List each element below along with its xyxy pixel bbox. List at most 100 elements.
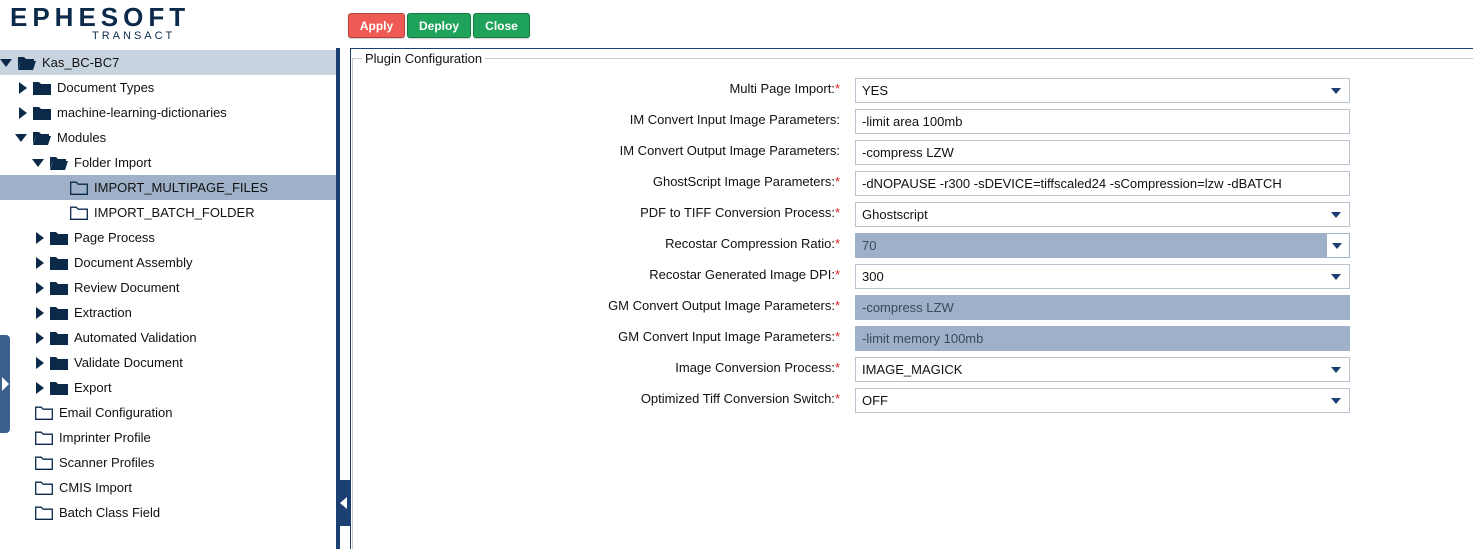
tree-item-ml-dictionaries[interactable]: machine-learning-dictionaries [0, 100, 336, 125]
tree-item-extraction[interactable]: Extraction [0, 300, 336, 325]
folder-icon [50, 356, 68, 370]
collapse-tree-handle[interactable] [336, 480, 350, 526]
required-marker: * [834, 267, 840, 282]
tree-item-label: machine-learning-dictionaries [57, 105, 227, 120]
deploy-button[interactable]: Deploy [407, 13, 471, 38]
tree-item-label: Export [74, 380, 112, 395]
expand-arrow-icon[interactable] [17, 106, 29, 119]
folder-icon [33, 106, 51, 120]
tree-item-document-assembly[interactable]: Document Assembly [0, 250, 336, 275]
field-label: Recostar Compression Ratio:* [665, 236, 840, 251]
field-label-text: Optimized Tiff Conversion Switch: [640, 391, 835, 406]
dropdown-caret-icon [1332, 242, 1342, 249]
recostar-compression-ratio-select[interactable]: 70 [855, 233, 1350, 258]
optimized-tiff-switch-select[interactable]: OFF [855, 388, 1350, 413]
tree-item-batch-class-field[interactable]: Batch Class Field [0, 500, 336, 525]
expand-arrow-icon[interactable] [34, 381, 46, 394]
field-value: -dNOPAUSE -r300 -sDEVICE=tiffscaled24 -s… [862, 176, 1282, 191]
gm-convert-output-params-field[interactable]: -compress LZW [855, 295, 1350, 320]
expand-arrow-icon[interactable] [34, 256, 46, 269]
logo-tagline: TRANSACT [92, 30, 176, 42]
form-row-recostar-compression: Recostar Compression Ratio:* 70 [360, 233, 1350, 258]
tree-item-import-batch-folder[interactable]: IMPORT_BATCH_FOLDER [0, 200, 336, 225]
tree-item-page-process[interactable]: Page Process [0, 225, 336, 250]
required-marker: * [834, 236, 840, 251]
ghostscript-params-field[interactable]: -dNOPAUSE -r300 -sDEVICE=tiffscaled24 -s… [855, 171, 1350, 196]
required-marker: * [834, 391, 840, 406]
folder-open-icon [50, 156, 68, 170]
expand-arrow-icon[interactable] [34, 231, 46, 244]
tree-item-modules[interactable]: Modules [0, 125, 336, 150]
field-value: -limit area 100mb [862, 114, 963, 129]
field-label-text: Image Conversion Process: [675, 360, 835, 375]
field-label: IM Convert Input Image Parameters: [630, 112, 840, 127]
im-convert-output-params-field[interactable]: -compress LZW [855, 140, 1350, 165]
tree-item-scanner-profiles[interactable]: Scanner Profiles [0, 450, 336, 475]
tree-item-label: Email Configuration [59, 405, 173, 420]
dropdown-caret-icon [1331, 273, 1341, 280]
folder-outline-icon [70, 206, 88, 220]
field-label: GM Convert Output Image Parameters:* [608, 298, 840, 313]
tree-item-label: Scanner Profiles [59, 455, 155, 470]
recostar-image-dpi-select[interactable]: 300 [855, 264, 1350, 289]
folder-outline-icon [35, 456, 53, 470]
expand-arrow-icon[interactable] [17, 81, 29, 94]
folder-icon [50, 331, 68, 345]
close-button[interactable]: Close [473, 13, 530, 38]
gm-convert-input-params-field[interactable]: -limit memory 100mb [855, 326, 1350, 351]
required-marker: * [834, 174, 840, 189]
dropdown-button[interactable] [1327, 234, 1349, 257]
tree-root[interactable]: Kas_BC-BC7 [0, 50, 336, 75]
multi-page-import-select[interactable]: YES [855, 78, 1350, 103]
expand-left-panel-handle[interactable] [0, 335, 10, 433]
tree-item-document-types[interactable]: Document Types [0, 75, 336, 100]
field-label-text: Multi Page Import: [729, 81, 835, 96]
panel-splitter[interactable] [336, 48, 340, 549]
tree-item-label: Page Process [74, 230, 155, 245]
form-row-pdf-to-tiff: PDF to TIFF Conversion Process:* Ghostsc… [360, 202, 1350, 227]
field-label-text: PDF to TIFF Conversion Process: [640, 205, 835, 220]
expand-arrow-icon[interactable] [34, 356, 46, 369]
field-label: IM Convert Output Image Parameters: [620, 143, 840, 158]
folder-icon [50, 381, 68, 395]
folder-icon [50, 256, 68, 270]
required-marker: * [834, 360, 840, 375]
tree-item-email-configuration[interactable]: Email Configuration [0, 400, 336, 425]
image-conversion-process-select[interactable]: IMAGE_MAGICK [855, 357, 1350, 382]
expand-arrow-icon[interactable] [34, 331, 46, 344]
tree-item-label: Batch Class Field [59, 505, 161, 520]
tree-item-label: IMPORT_MULTIPAGE_FILES [94, 180, 269, 195]
tree-item-cmis-import[interactable]: CMIS Import [0, 475, 336, 500]
tree-root-label: Kas_BC-BC7 [42, 55, 120, 70]
arrow-left-icon [339, 497, 347, 509]
tree-item-label: Document Assembly [74, 255, 193, 270]
selected-value: IMAGE_MAGICK [862, 362, 963, 377]
collapse-arrow-icon[interactable] [15, 132, 27, 144]
field-label: Image Conversion Process:* [675, 360, 840, 375]
tree-item-automated-validation[interactable]: Automated Validation [0, 325, 336, 350]
tree-item-export[interactable]: Export [0, 375, 336, 400]
dropdown-caret-icon [1331, 397, 1341, 404]
tree-item-label: Validate Document [74, 355, 183, 370]
tree-item-label: Imprinter Profile [59, 430, 151, 445]
tree-item-label: Review Document [74, 280, 180, 295]
tree-item-review-document[interactable]: Review Document [0, 275, 336, 300]
tree-item-imprinter-profile[interactable]: Imprinter Profile [0, 425, 336, 450]
collapse-arrow-icon[interactable] [32, 157, 44, 169]
folder-icon [50, 281, 68, 295]
pdf-to-tiff-process-select[interactable]: Ghostscript [855, 202, 1350, 227]
collapse-arrow-icon[interactable] [0, 57, 12, 69]
field-label-text: Recostar Compression Ratio: [665, 236, 835, 251]
required-marker: * [834, 329, 840, 344]
form-row-gm-convert-input: GM Convert Input Image Parameters:* -lim… [360, 326, 1350, 351]
tree-item-folder-import[interactable]: Folder Import [0, 150, 336, 175]
tree-item-label: Extraction [74, 305, 132, 320]
im-convert-input-params-field[interactable]: -limit area 100mb [855, 109, 1350, 134]
tree-item-validate-document[interactable]: Validate Document [0, 350, 336, 375]
tree-item-import-multipage-files[interactable]: IMPORT_MULTIPAGE_FILES [0, 175, 336, 200]
expand-arrow-icon[interactable] [34, 281, 46, 294]
expand-arrow-icon[interactable] [34, 306, 46, 319]
apply-button[interactable]: Apply [348, 13, 405, 38]
folder-icon [50, 231, 68, 245]
field-label: Optimized Tiff Conversion Switch:* [641, 391, 840, 406]
